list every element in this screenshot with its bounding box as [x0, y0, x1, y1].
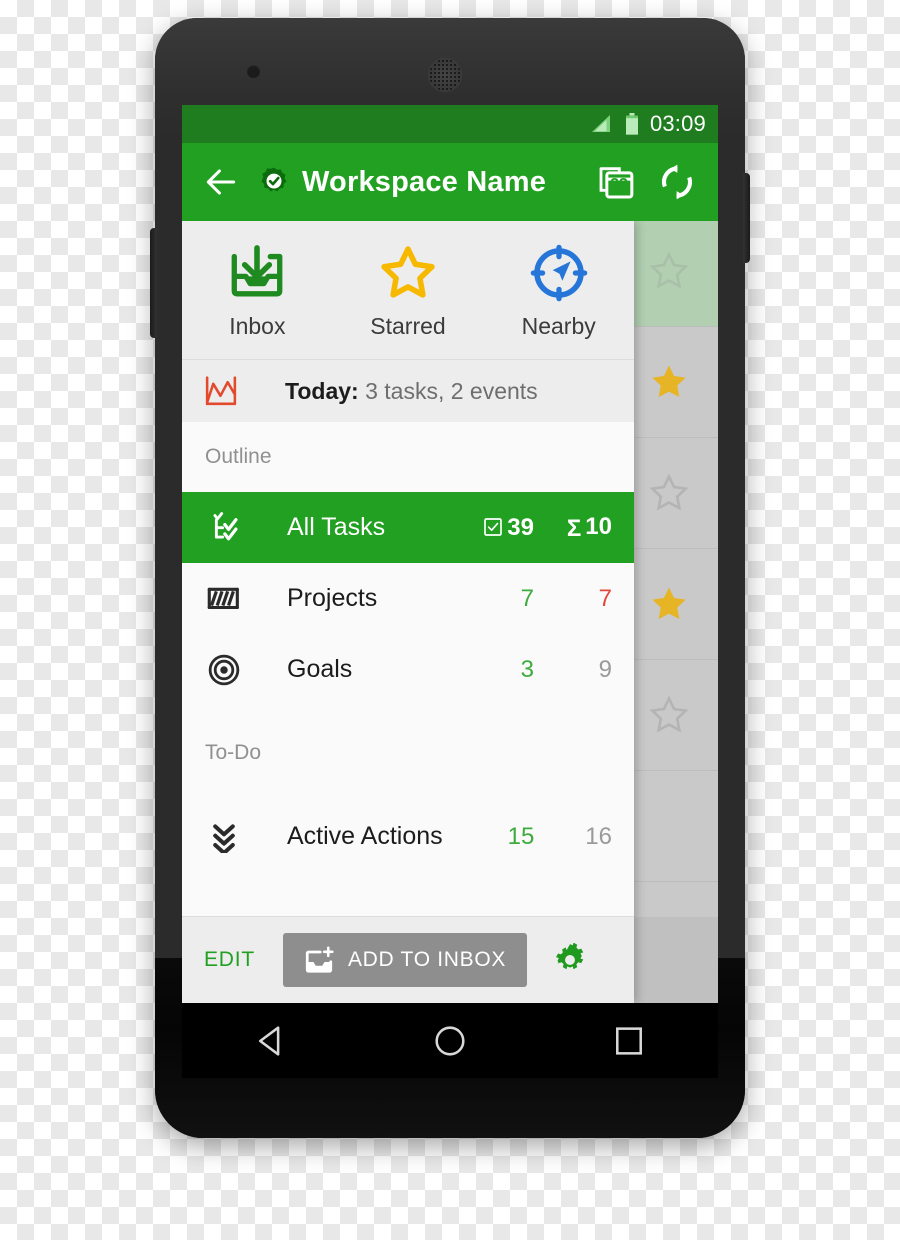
status-bar: 03:09: [182, 105, 718, 143]
triple-chevron-down-icon: [205, 818, 243, 856]
nav-row-count-sum: Σ 10: [534, 513, 634, 543]
status-bar-clock: 03:09: [649, 111, 706, 136]
nav-row-count-b: 16: [585, 822, 612, 850]
signal-bars-icon: [591, 115, 610, 132]
inbox-download-icon: [231, 245, 283, 297]
star-filled-icon[interactable]: [648, 361, 690, 403]
calendar-day-number: 23: [610, 176, 628, 193]
today-label: Today:: [285, 377, 359, 404]
nav-row-label: Goals: [287, 655, 353, 683]
checkbox-icon: [484, 517, 503, 536]
shortcut-inbox[interactable]: Inbox: [182, 221, 333, 359]
recents-square-icon[interactable]: [610, 1022, 648, 1060]
count-value: 10: [585, 512, 612, 540]
count-value: 39: [507, 513, 534, 541]
nav-row-count-a: 15: [507, 822, 535, 850]
home-circle-icon[interactable]: [431, 1022, 469, 1060]
screenshot-canvas: ay .. ay ay ay . e: [0, 0, 900, 1240]
nav-row-active-actions[interactable]: Active Actions 15 16: [182, 801, 634, 872]
back-arrow-icon[interactable]: [202, 163, 240, 201]
battery-icon: [625, 113, 638, 135]
nav-row-count-a: 7: [520, 584, 534, 612]
section-header-todo: To-Do: [182, 705, 634, 801]
shortcut-label: Starred: [370, 313, 446, 339]
back-triangle-icon[interactable]: [252, 1022, 290, 1060]
nav-row-count-b: 7: [598, 584, 612, 612]
star-outline-icon[interactable]: [648, 472, 690, 514]
star-outline-icon: [381, 246, 435, 298]
phone-screen: ay .. ay ay ay . e: [182, 105, 718, 1003]
nav-row-label: Projects: [287, 584, 378, 612]
edit-button[interactable]: EDIT: [204, 948, 255, 972]
nav-row-label: All Tasks: [287, 513, 386, 541]
add-to-inbox-icon: [305, 946, 334, 973]
star-outline-icon[interactable]: [648, 250, 690, 292]
shortcut-label: Inbox: [229, 313, 286, 339]
drawer-filler: [182, 872, 634, 916]
nav-row-label: Active Actions: [287, 822, 443, 850]
power-button[interactable]: [743, 173, 750, 263]
line-chart-icon: [205, 376, 237, 406]
nav-row-projects[interactable]: Projects 7 7: [182, 563, 634, 634]
sync-refresh-icon[interactable]: [658, 163, 696, 201]
earpiece-speaker: [428, 58, 462, 92]
gantt-bars-icon: [205, 580, 243, 618]
page-title: Workspace Name: [302, 165, 547, 198]
add-to-inbox-button[interactable]: ADD TO INBOX: [283, 933, 528, 987]
front-camera: [247, 65, 260, 78]
nav-row-count-a: 3: [520, 655, 534, 683]
nav-row-count-b: 9: [598, 655, 612, 683]
today-detail: 3 tasks, 2 events: [358, 377, 538, 404]
hierarchy-check-icon: [205, 509, 243, 547]
shortcut-row: Inbox Starred Nearby: [182, 221, 634, 360]
section-header-outline: Outline: [182, 422, 634, 492]
shortcut-label: Nearby: [521, 313, 596, 339]
sigma-sum-icon: Σ: [566, 514, 582, 542]
nav-row-count-tasks: 39: [442, 514, 534, 542]
calendar-button[interactable]: 23: [596, 162, 636, 202]
app-toolbar: Workspace Name 23: [182, 143, 718, 221]
phone-device-frame: ay .. ay ay ay . e: [150, 18, 750, 1138]
nav-row-all-tasks[interactable]: All Tasks 39 Σ 10: [182, 492, 634, 563]
star-filled-icon[interactable]: [648, 583, 690, 625]
today-summary-row[interactable]: Today: 3 tasks, 2 events: [182, 360, 634, 422]
shortcut-starred[interactable]: Starred: [333, 221, 484, 359]
today-summary-text: Today: 3 tasks, 2 events: [285, 378, 538, 405]
drawer-bottom-bar: EDIT ADD TO INBOX: [182, 916, 634, 1003]
volume-rocker-button[interactable]: [150, 228, 157, 338]
navigation-drawer: Inbox Starred Nearby Today: 3 tasks, 2 e…: [182, 221, 634, 1003]
bullseye-target-icon: [205, 651, 243, 689]
shortcut-nearby[interactable]: Nearby: [483, 221, 634, 359]
verified-check-badge-icon: [261, 167, 287, 192]
add-to-inbox-label: ADD TO INBOX: [347, 948, 507, 971]
star-outline-icon[interactable]: [648, 694, 690, 736]
android-navigation-bar: [182, 1003, 718, 1078]
nav-row-goals[interactable]: Goals 3 9: [182, 634, 634, 705]
gear-icon[interactable]: [553, 943, 587, 977]
compass-icon: [530, 244, 587, 302]
